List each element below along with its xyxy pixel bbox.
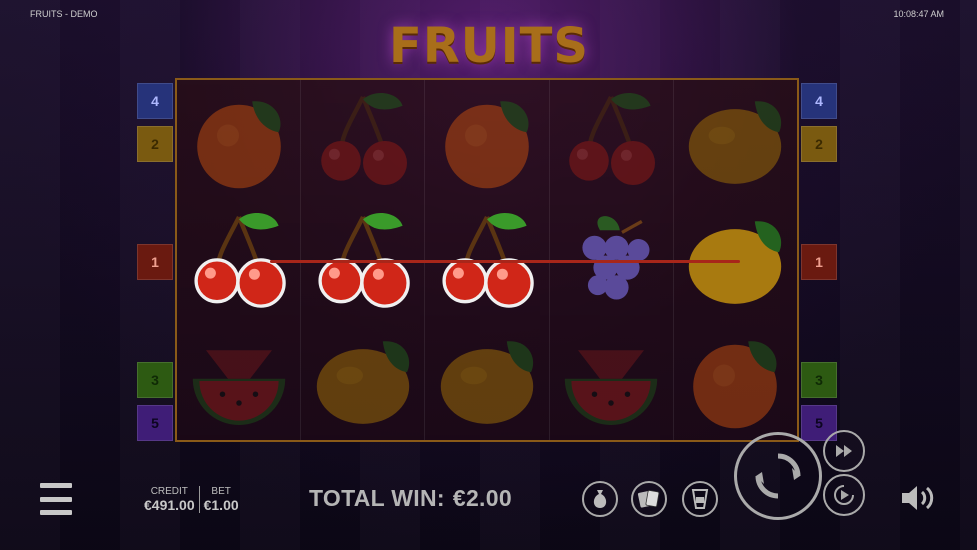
bet-label: BET (211, 486, 231, 497)
orange-icon (196, 101, 281, 189)
total-win-label: TOTAL WIN: (309, 485, 445, 511)
cards-button[interactable] (631, 481, 667, 517)
payline-badge-2-right[interactable]: 2 (801, 126, 837, 162)
lemon-icon (316, 341, 409, 424)
bet-section[interactable]: BET €1.00 (198, 486, 243, 513)
speaker-icon (902, 486, 934, 510)
lemon-symbol (674, 81, 797, 201)
cherry-icon (320, 92, 407, 185)
lemon-icon (440, 341, 534, 424)
clock: 10:08:47 AM (893, 9, 944, 19)
watermelon-icon (565, 350, 658, 425)
cards-icon (637, 490, 660, 508)
cherry-symbol (301, 81, 424, 201)
gamble-icon (691, 489, 709, 509)
payline-badge-5-left[interactable]: 5 (137, 405, 173, 441)
watermelon-symbol (177, 321, 300, 441)
bag-button[interactable] (582, 481, 618, 517)
menu-button[interactable] (40, 483, 72, 515)
spin-button[interactable] (734, 432, 822, 520)
watermelon-symbol (550, 321, 673, 441)
total-win: TOTAL WIN: €2.00 (309, 485, 512, 512)
lemon-symbol (301, 321, 424, 441)
orange-icon (445, 101, 529, 189)
autoplay-icon (834, 485, 854, 505)
total-win-value: €2.00 (452, 485, 512, 511)
credit-label: CREDIT (150, 486, 188, 497)
fast-forward-button[interactable] (823, 430, 865, 472)
cherry-symbol (550, 81, 673, 201)
cherry-icon (569, 92, 656, 185)
payline-badge-3-right[interactable]: 3 (801, 362, 837, 398)
credit-value: €491.00 (144, 497, 195, 513)
lemon-icon (689, 101, 782, 184)
control-bar: CREDIT €491.00 BET €1.00 TOTAL WIN: €2.00 (0, 430, 977, 550)
credit-bet-panel: CREDIT €491.00 BET €1.00 (140, 486, 243, 513)
orange-icon (693, 341, 778, 429)
payline-badge-2-left[interactable]: 2 (137, 126, 173, 162)
payline-badge-4-right[interactable]: 4 (801, 83, 837, 119)
bet-value: €1.00 (203, 497, 239, 513)
payline-badge-1-right[interactable]: 1 (801, 244, 837, 280)
gamble-button[interactable] (682, 481, 718, 517)
hamburger-icon (40, 483, 72, 488)
autoplay-button[interactable] (823, 474, 865, 516)
orange-symbol (425, 81, 548, 201)
lemon-symbol (425, 321, 548, 441)
money-bag-icon (593, 490, 607, 508)
orange-symbol (177, 81, 300, 201)
credit-section: CREDIT €491.00 (140, 486, 199, 513)
winning-payline (270, 260, 740, 263)
spin-icon (755, 453, 801, 499)
game-title: FRUITS - DEMO (30, 9, 98, 19)
fast-forward-icon (836, 445, 852, 457)
watermelon-icon (192, 350, 285, 425)
payline-badge-4-left[interactable]: 4 (137, 83, 173, 119)
game-logo: FRUITS (389, 18, 589, 74)
payline-badge-1-left[interactable]: 1 (137, 244, 173, 280)
volume-button[interactable] (899, 482, 939, 514)
payline-badge-3-left[interactable]: 3 (137, 362, 173, 398)
orange-symbol (674, 321, 797, 441)
